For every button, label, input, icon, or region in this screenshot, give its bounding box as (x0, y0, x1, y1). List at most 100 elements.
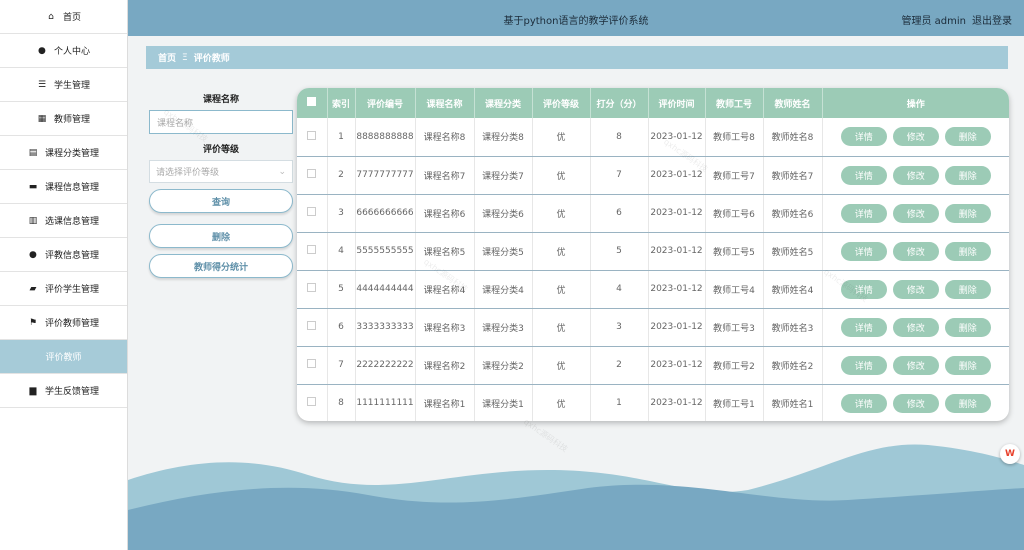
table-cell-code: 5555555555 (355, 232, 416, 271)
row-checkbox[interactable] (307, 169, 317, 178)
table-row: 8 1111111111 课程名称1 课程分类1 优 1 2023-01-12 教师工号1 教师… (297, 384, 1009, 421)
table-row: 2 7777777777 课程名称7 课程分类7 优 7 2023-01-12 教师工号7 教师… (297, 156, 1009, 195)
detail-button[interactable]: 详情 (840, 317, 887, 337)
sidebar-item[interactable]: ▥ 选课信息管理 (0, 204, 127, 238)
edit-button[interactable]: 修改 (892, 317, 939, 337)
sidebar-item[interactable]: ● 评教信息管理 (0, 238, 127, 272)
edit-button[interactable]: 修改 (892, 279, 939, 299)
row-delete-button[interactable]: 删除 (944, 203, 991, 223)
sidebar-item[interactable]: ⌂ 首页 (0, 0, 127, 34)
edit-button[interactable]: 修改 (892, 165, 939, 185)
sidebar-item-label: 评教信息管理 (44, 251, 99, 261)
table-cell-cat: 课程分类7 (474, 156, 533, 195)
row-select-cell (297, 346, 328, 385)
book-icon: ▬ (28, 181, 38, 192)
sidebar-item[interactable]: ▬ 课程信息管理 (0, 170, 127, 204)
breadcrumb-home[interactable]: 首页 (158, 51, 176, 64)
actions-cell: 详情 修改 删除 (822, 232, 1009, 271)
table-cell-course: 课程名称3 (415, 308, 475, 347)
table-cell-tid: 教师工号1 (705, 384, 764, 421)
row-delete-button[interactable]: 删除 (944, 165, 991, 185)
sidebar-item-label: 学生反馈管理 (44, 387, 99, 397)
row-checkbox[interactable] (307, 207, 317, 216)
sidebar-item[interactable]: ⚑ 评价教师管理 (0, 306, 127, 340)
row-checkbox[interactable] (307, 245, 317, 254)
detail-button[interactable]: 详情 (840, 393, 887, 413)
edit-button[interactable]: 修改 (892, 393, 939, 413)
table-header-row: 索引 评价编号 课程名称 课程分类 评价等级 打分（分） 评价时间 教师工号 教师姓名 操作 (297, 88, 1009, 118)
table-row: 5 4444444444 课程名称4 课程分类4 优 4 2023-01-12 教师工号4 教师… (297, 270, 1009, 309)
table-cell-score: 7 (590, 156, 649, 195)
top-header: 基于python语言的教学评价系统 管理员 admin 退出登录 (128, 0, 1024, 36)
detail-button[interactable]: 详情 (840, 203, 887, 223)
row-checkbox[interactable] (307, 359, 317, 368)
row-checkbox[interactable] (307, 397, 317, 406)
row-delete-button[interactable]: 删除 (944, 393, 991, 413)
row-delete-button[interactable]: 删除 (944, 279, 991, 299)
row-checkbox[interactable] (307, 130, 317, 140)
table-cell-time: 2023-01-12 (648, 308, 706, 347)
sidebar-item[interactable]: ▰ 评价学生管理 (0, 272, 127, 306)
row-select-cell (297, 232, 328, 271)
table-cell-score: 1 (590, 384, 649, 421)
sidebar-item[interactable]: ● 个人中心 (0, 34, 127, 68)
grade-select-placeholder: 请选择评价等级 (156, 168, 220, 178)
detail-button[interactable]: 详情 (840, 355, 887, 375)
row-delete-button[interactable]: 删除 (944, 241, 991, 261)
edit-button[interactable]: 修改 (892, 127, 939, 147)
table-cell-idx: 5 (327, 270, 356, 309)
row-delete-button[interactable]: 删除 (944, 127, 991, 147)
sidebar-item-label: 首页 (62, 13, 81, 23)
breadcrumb-separator: Ξ (182, 52, 188, 63)
table-row: 7 2222222222 课程名称2 课程分类2 优 2 2023-01-12 教师工号2 教师… (297, 346, 1009, 385)
actions-cell: 详情 修改 删除 (822, 346, 1009, 385)
table-cell-code: 7777777777 (355, 156, 416, 195)
grade-select[interactable]: 请选择评价等级 ⌄ (149, 160, 293, 183)
table-cell-idx: 6 (327, 308, 356, 347)
table-cell-tid: 教师工号5 (705, 232, 764, 271)
sidebar: ⌂ 首页 ● 个人中心 ☰ 学生管理 ▦ 教师管理 ▤ 课程分类管理 ▬ 课程信息管理 ▥ 选课信息管理 ●… (0, 0, 128, 550)
table-cell-course: 课程名称6 (415, 194, 475, 233)
table-cell-tname: 教师姓名5 (763, 232, 823, 271)
breadcrumb: 首页 Ξ 评价教师 (146, 46, 1008, 69)
table-cell-grade: 优 (532, 308, 591, 347)
table-cell-score: 3 (590, 308, 649, 347)
sidebar-item[interactable]: ☰ 学生管理 (0, 68, 127, 102)
table-cell-score: 2 (590, 346, 649, 385)
actions-cell: 详情 修改 删除 (822, 156, 1009, 195)
table-cell-grade: 优 (532, 346, 591, 385)
select-all-checkbox[interactable] (307, 97, 317, 106)
sidebar-item[interactable]: ▦ 教师管理 (0, 102, 127, 136)
table-cell-tid: 教师工号4 (705, 270, 764, 309)
edit-button[interactable]: 修改 (892, 203, 939, 223)
detail-button[interactable]: 详情 (840, 127, 887, 147)
wps-float-icon[interactable]: W (1000, 444, 1020, 464)
query-button[interactable]: 查询 (149, 189, 293, 213)
delete-button[interactable]: 删除 (149, 224, 293, 248)
briefcase-icon: ▆ (29, 385, 37, 396)
row-checkbox[interactable] (307, 283, 317, 292)
wallet-icon: ▰ (29, 283, 37, 294)
detail-button[interactable]: 详情 (840, 165, 887, 185)
actions-cell: 详情 修改 删除 (822, 384, 1009, 421)
sidebar-item-label: 学生管理 (53, 81, 90, 91)
table-cell-grade: 优 (532, 118, 591, 157)
sidebar-item[interactable]: ▤ 课程分类管理 (0, 136, 127, 170)
row-delete-button[interactable]: 删除 (944, 355, 991, 375)
teacher-score-stats-button[interactable]: 教师得分统计 (149, 254, 293, 278)
sidebar-item[interactable]: ▆ 学生反馈管理 (0, 374, 127, 408)
sidebar-item[interactable]: 评价教师 (0, 340, 127, 374)
row-select-cell (297, 308, 328, 347)
table-cell-score: 6 (590, 194, 649, 233)
table-cell-idx: 3 (327, 194, 356, 233)
table-cell-idx: 1 (327, 118, 356, 157)
row-select-cell (297, 384, 328, 421)
table-cell-grade: 优 (532, 194, 591, 233)
row-delete-button[interactable]: 删除 (944, 317, 991, 337)
logout-link[interactable]: 退出登录 (972, 12, 1012, 27)
detail-button[interactable]: 详情 (840, 241, 887, 261)
sidebar-item-label: 课程信息管理 (44, 183, 99, 193)
row-checkbox[interactable] (307, 321, 317, 330)
edit-button[interactable]: 修改 (892, 355, 939, 375)
edit-button[interactable]: 修改 (892, 241, 939, 261)
